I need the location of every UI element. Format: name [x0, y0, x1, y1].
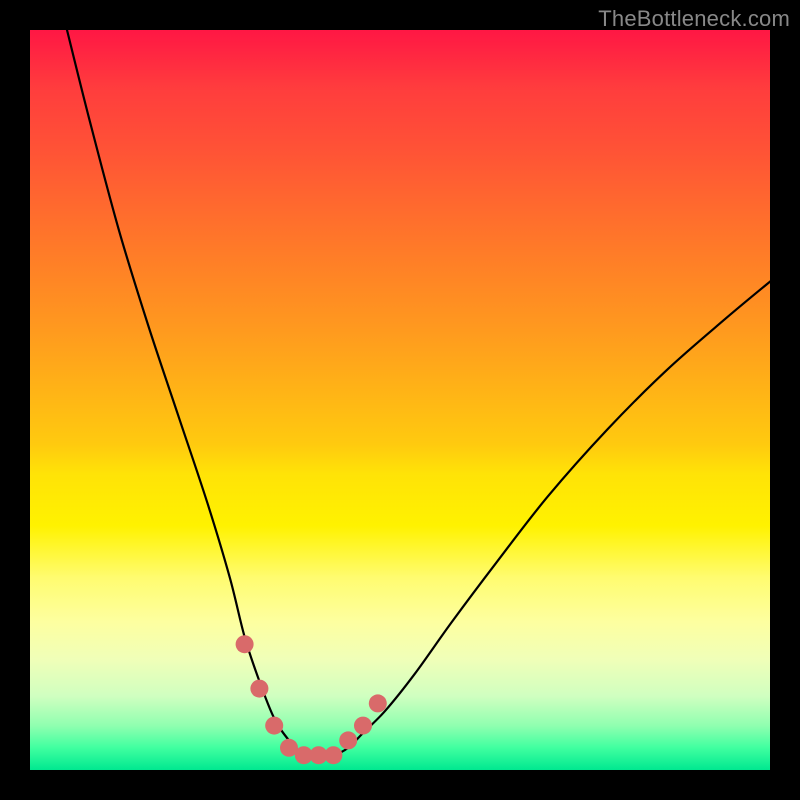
marker-point	[339, 731, 357, 749]
chart-svg	[30, 30, 770, 770]
marker-point	[369, 694, 387, 712]
marker-point	[265, 717, 283, 735]
marker-point	[324, 746, 342, 764]
marker-point	[250, 680, 268, 698]
marker-point	[354, 717, 372, 735]
plot-area	[30, 30, 770, 770]
watermark-text: TheBottleneck.com	[598, 6, 790, 32]
marker-point	[236, 635, 254, 653]
bottleneck-curve	[67, 30, 770, 756]
highlight-markers	[236, 635, 387, 764]
